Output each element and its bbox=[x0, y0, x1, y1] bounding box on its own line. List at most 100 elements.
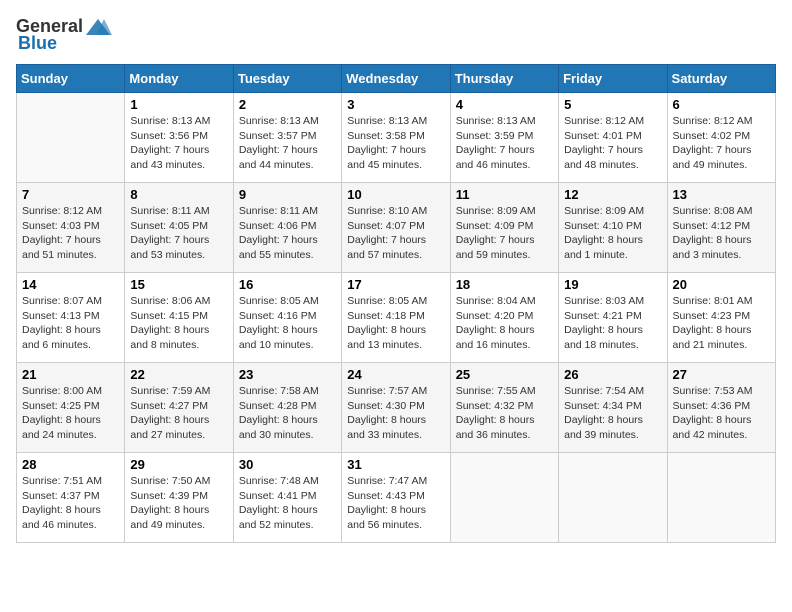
weekday-header-saturday: Saturday bbox=[667, 65, 775, 93]
day-number: 11 bbox=[456, 187, 553, 202]
calendar-cell: 10 Sunrise: 8:10 AMSunset: 4:07 PMDayligh… bbox=[342, 183, 450, 273]
weekday-header-monday: Monday bbox=[125, 65, 233, 93]
calendar-cell: 14 Sunrise: 8:07 AMSunset: 4:13 PMDayligh… bbox=[17, 273, 125, 363]
calendar-cell: 28 Sunrise: 7:51 AMSunset: 4:37 PMDayligh… bbox=[17, 453, 125, 543]
day-info: Sunrise: 8:13 AMSunset: 3:58 PMDaylight:… bbox=[347, 114, 444, 173]
day-info: Sunrise: 7:54 AMSunset: 4:34 PMDaylight:… bbox=[564, 384, 661, 443]
day-info: Sunrise: 8:13 AMSunset: 3:57 PMDaylight:… bbox=[239, 114, 336, 173]
day-info: Sunrise: 7:53 AMSunset: 4:36 PMDaylight:… bbox=[673, 384, 770, 443]
calendar-cell: 24 Sunrise: 7:57 AMSunset: 4:30 PMDayligh… bbox=[342, 363, 450, 453]
day-number: 21 bbox=[22, 367, 119, 382]
calendar-cell: 1 Sunrise: 8:13 AMSunset: 3:56 PMDaylight… bbox=[125, 93, 233, 183]
day-info: Sunrise: 8:03 AMSunset: 4:21 PMDaylight:… bbox=[564, 294, 661, 353]
calendar-week-row: 28 Sunrise: 7:51 AMSunset: 4:37 PMDayligh… bbox=[17, 453, 776, 543]
calendar-cell: 22 Sunrise: 7:59 AMSunset: 4:27 PMDayligh… bbox=[125, 363, 233, 453]
calendar-week-row: 14 Sunrise: 8:07 AMSunset: 4:13 PMDayligh… bbox=[17, 273, 776, 363]
day-number: 7 bbox=[22, 187, 119, 202]
day-info: Sunrise: 8:05 AMSunset: 4:18 PMDaylight:… bbox=[347, 294, 444, 353]
calendar-cell: 3 Sunrise: 8:13 AMSunset: 3:58 PMDaylight… bbox=[342, 93, 450, 183]
day-info: Sunrise: 7:55 AMSunset: 4:32 PMDaylight:… bbox=[456, 384, 553, 443]
day-info: Sunrise: 8:10 AMSunset: 4:07 PMDaylight:… bbox=[347, 204, 444, 263]
day-number: 26 bbox=[564, 367, 661, 382]
calendar-table: SundayMondayTuesdayWednesdayThursdayFrid… bbox=[16, 64, 776, 543]
day-number: 25 bbox=[456, 367, 553, 382]
calendar-cell: 17 Sunrise: 8:05 AMSunset: 4:18 PMDayligh… bbox=[342, 273, 450, 363]
calendar-cell: 21 Sunrise: 8:00 AMSunset: 4:25 PMDayligh… bbox=[17, 363, 125, 453]
calendar-cell: 26 Sunrise: 7:54 AMSunset: 4:34 PMDayligh… bbox=[559, 363, 667, 453]
calendar-cell: 23 Sunrise: 7:58 AMSunset: 4:28 PMDayligh… bbox=[233, 363, 341, 453]
calendar-cell: 18 Sunrise: 8:04 AMSunset: 4:20 PMDayligh… bbox=[450, 273, 558, 363]
calendar-cell: 29 Sunrise: 7:50 AMSunset: 4:39 PMDayligh… bbox=[125, 453, 233, 543]
day-number: 16 bbox=[239, 277, 336, 292]
day-number: 4 bbox=[456, 97, 553, 112]
calendar-week-row: 7 Sunrise: 8:12 AMSunset: 4:03 PMDaylight… bbox=[17, 183, 776, 273]
day-number: 22 bbox=[130, 367, 227, 382]
calendar-cell: 7 Sunrise: 8:12 AMSunset: 4:03 PMDaylight… bbox=[17, 183, 125, 273]
day-number: 20 bbox=[673, 277, 770, 292]
day-info: Sunrise: 8:09 AMSunset: 4:09 PMDaylight:… bbox=[456, 204, 553, 263]
calendar-cell: 30Sunrise: 7:48 AMSunset: 4:41 PMDayligh… bbox=[233, 453, 341, 543]
day-info: Sunrise: 8:09 AMSunset: 4:10 PMDaylight:… bbox=[564, 204, 661, 263]
day-number: 9 bbox=[239, 187, 336, 202]
day-info: Sunrise: 8:06 AMSunset: 4:15 PMDaylight:… bbox=[130, 294, 227, 353]
day-number: 3 bbox=[347, 97, 444, 112]
logo-blue-text: Blue bbox=[18, 33, 57, 54]
day-info: Sunrise: 8:13 AMSunset: 3:56 PMDaylight:… bbox=[130, 114, 227, 173]
logo-icon bbox=[84, 17, 112, 37]
day-number: 27 bbox=[673, 367, 770, 382]
calendar-cell: 19 Sunrise: 8:03 AMSunset: 4:21 PMDayligh… bbox=[559, 273, 667, 363]
day-info: Sunrise: 8:11 AMSunset: 4:05 PMDaylight:… bbox=[130, 204, 227, 263]
day-info: Sunrise: 8:12 AMSunset: 4:02 PMDaylight:… bbox=[673, 114, 770, 173]
day-number: 23 bbox=[239, 367, 336, 382]
calendar-cell: 5 Sunrise: 8:12 AMSunset: 4:01 PMDaylight… bbox=[559, 93, 667, 183]
weekday-header-tuesday: Tuesday bbox=[233, 65, 341, 93]
day-info: Sunrise: 8:05 AMSunset: 4:16 PMDaylight:… bbox=[239, 294, 336, 353]
day-number: 17 bbox=[347, 277, 444, 292]
day-number: 10 bbox=[347, 187, 444, 202]
day-number: 8 bbox=[130, 187, 227, 202]
day-number: 15 bbox=[130, 277, 227, 292]
day-number: 18 bbox=[456, 277, 553, 292]
calendar-cell: 31Sunrise: 7:47 AMSunset: 4:43 PMDayligh… bbox=[342, 453, 450, 543]
calendar-cell: 15 Sunrise: 8:06 AMSunset: 4:15 PMDayligh… bbox=[125, 273, 233, 363]
calendar-cell: 20Sunrise: 8:01 AMSunset: 4:23 PMDayligh… bbox=[667, 273, 775, 363]
day-number: 29 bbox=[130, 457, 227, 472]
day-number: 24 bbox=[347, 367, 444, 382]
day-number: 12 bbox=[564, 187, 661, 202]
day-info: Sunrise: 8:00 AMSunset: 4:25 PMDaylight:… bbox=[22, 384, 119, 443]
day-number: 6 bbox=[673, 97, 770, 112]
day-info: Sunrise: 7:58 AMSunset: 4:28 PMDaylight:… bbox=[239, 384, 336, 443]
day-info: Sunrise: 8:12 AMSunset: 4:01 PMDaylight:… bbox=[564, 114, 661, 173]
calendar-cell bbox=[559, 453, 667, 543]
day-info: Sunrise: 7:50 AMSunset: 4:39 PMDaylight:… bbox=[130, 474, 227, 533]
calendar-header-row: SundayMondayTuesdayWednesdayThursdayFrid… bbox=[17, 65, 776, 93]
day-number: 2 bbox=[239, 97, 336, 112]
day-number: 1 bbox=[130, 97, 227, 112]
day-info: Sunrise: 7:59 AMSunset: 4:27 PMDaylight:… bbox=[130, 384, 227, 443]
day-number: 14 bbox=[22, 277, 119, 292]
weekday-header-sunday: Sunday bbox=[17, 65, 125, 93]
day-info: Sunrise: 8:04 AMSunset: 4:20 PMDaylight:… bbox=[456, 294, 553, 353]
day-info: Sunrise: 7:51 AMSunset: 4:37 PMDaylight:… bbox=[22, 474, 119, 533]
calendar-cell: 25 Sunrise: 7:55 AMSunset: 4:32 PMDayligh… bbox=[450, 363, 558, 453]
day-number: 5 bbox=[564, 97, 661, 112]
day-info: Sunrise: 8:08 AMSunset: 4:12 PMDaylight:… bbox=[673, 204, 770, 263]
weekday-header-thursday: Thursday bbox=[450, 65, 558, 93]
day-info: Sunrise: 7:57 AMSunset: 4:30 PMDaylight:… bbox=[347, 384, 444, 443]
calendar-cell bbox=[17, 93, 125, 183]
day-info: Sunrise: 8:12 AMSunset: 4:03 PMDaylight:… bbox=[22, 204, 119, 263]
day-info: Sunrise: 8:11 AMSunset: 4:06 PMDaylight:… bbox=[239, 204, 336, 263]
page-header: General Blue bbox=[16, 16, 776, 54]
calendar-cell bbox=[667, 453, 775, 543]
day-number: 19 bbox=[564, 277, 661, 292]
day-number: 30 bbox=[239, 457, 336, 472]
calendar-cell: 2 Sunrise: 8:13 AMSunset: 3:57 PMDaylight… bbox=[233, 93, 341, 183]
day-number: 28 bbox=[22, 457, 119, 472]
calendar-week-row: 1 Sunrise: 8:13 AMSunset: 3:56 PMDaylight… bbox=[17, 93, 776, 183]
calendar-cell: 6 Sunrise: 8:12 AMSunset: 4:02 PMDaylight… bbox=[667, 93, 775, 183]
day-info: Sunrise: 8:07 AMSunset: 4:13 PMDaylight:… bbox=[22, 294, 119, 353]
day-info: Sunrise: 8:13 AMSunset: 3:59 PMDaylight:… bbox=[456, 114, 553, 173]
logo: General Blue bbox=[16, 16, 113, 54]
weekday-header-friday: Friday bbox=[559, 65, 667, 93]
calendar-cell: 13Sunrise: 8:08 AMSunset: 4:12 PMDayligh… bbox=[667, 183, 775, 273]
